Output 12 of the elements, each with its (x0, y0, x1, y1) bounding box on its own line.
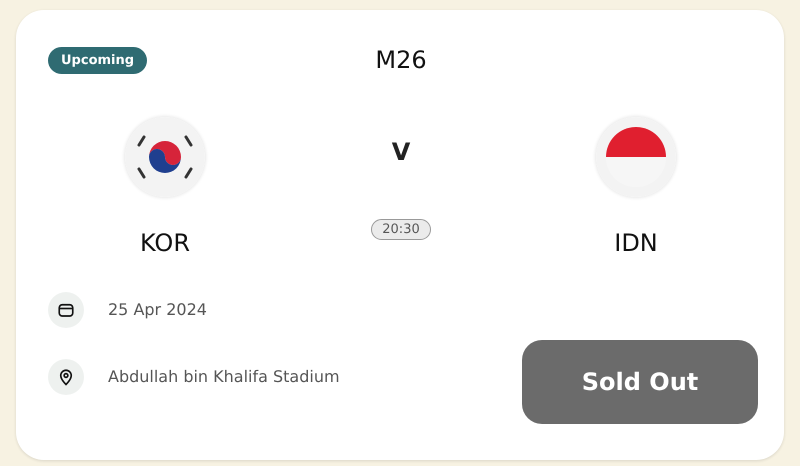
match-time: 20:30 (371, 219, 431, 240)
flag-icon (125, 117, 205, 197)
match-date: 25 Apr 2024 (108, 299, 207, 321)
versus-label: V (392, 137, 410, 168)
status-badge: Upcoming (48, 46, 148, 74)
flag-icon (596, 117, 676, 197)
venue-name: Abdullah bin Khalifa Stadium (108, 366, 340, 388)
match-code: M26 (375, 45, 427, 76)
team-name: KOR (140, 228, 190, 258)
team-name: IDN (614, 228, 658, 258)
calendar-icon (57, 301, 75, 319)
location-pin-icon (57, 368, 75, 386)
